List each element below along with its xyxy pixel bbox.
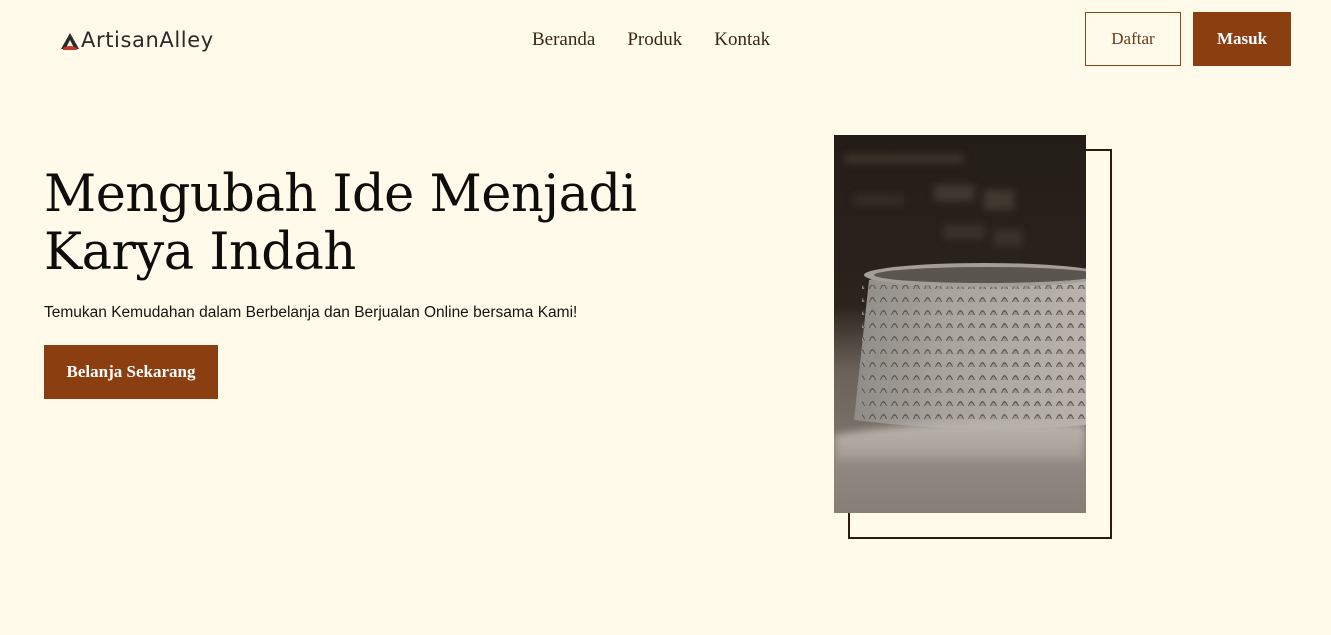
hero-title-line-2: Karya Indah: [44, 223, 356, 282]
triangle-logo-icon: [61, 32, 79, 50]
shop-now-button[interactable]: Belanja Sekarang: [44, 345, 218, 399]
pottery-bowl-illustration: [834, 135, 1086, 513]
brand-logo[interactable]: ArtisanAlley: [60, 27, 214, 53]
brand-name: ArtisanAlley: [81, 28, 214, 52]
register-button[interactable]: Daftar: [1085, 12, 1181, 66]
nav-link-kontak[interactable]: Kontak: [714, 28, 770, 52]
hero-subtitle: Temukan Kemudahan dalam Berbelanja dan B…: [44, 304, 578, 321]
hero-image: [834, 135, 1086, 513]
hero-title-line-1: Mengubah Ide Menjadi: [44, 165, 637, 224]
main-nav: Beranda Produk Kontak: [532, 28, 770, 52]
nav-link-beranda[interactable]: Beranda: [532, 28, 595, 52]
hero-title: Mengubah Ide Menjadi Karya Indah: [44, 166, 684, 282]
nav-link-produk[interactable]: Produk: [627, 28, 682, 52]
login-button[interactable]: Masuk: [1193, 12, 1291, 66]
